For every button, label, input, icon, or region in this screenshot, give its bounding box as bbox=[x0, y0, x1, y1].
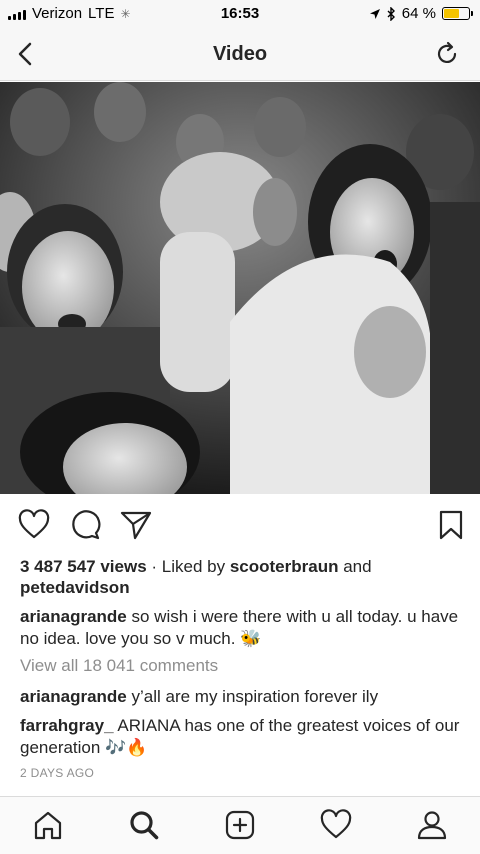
comment-icon[interactable] bbox=[69, 509, 101, 541]
caption: arianagrande so wish i were there with u… bbox=[20, 606, 465, 650]
video-player[interactable] bbox=[0, 82, 480, 494]
activity-heart-icon[interactable] bbox=[320, 809, 352, 841]
action-bar bbox=[0, 505, 480, 545]
bookmark-icon[interactable] bbox=[435, 509, 467, 541]
views-line: 3 487 547 views · Liked by scooterbraun … bbox=[20, 556, 460, 598]
home-icon[interactable] bbox=[32, 809, 64, 841]
video-frame bbox=[0, 82, 480, 494]
comment-username[interactable]: arianagrande bbox=[20, 687, 127, 706]
location-icon bbox=[369, 8, 380, 19]
comment-text: y’all are my inspiration forever ily bbox=[131, 687, 379, 706]
add-icon[interactable] bbox=[224, 809, 256, 841]
tab-bar bbox=[0, 796, 480, 854]
view-count: 3 487 547 views bbox=[20, 557, 147, 576]
nav-bar: Video bbox=[0, 28, 480, 81]
heart-icon[interactable] bbox=[18, 509, 50, 541]
battery-percent: 64 % bbox=[401, 5, 436, 22]
profile-icon[interactable] bbox=[416, 809, 448, 841]
comment-username[interactable]: farrahgray_ bbox=[20, 716, 114, 735]
comment-item: farrahgray_ ARIANA has one of the greate… bbox=[20, 715, 465, 759]
status-right: 64 % bbox=[369, 5, 473, 22]
liked-by-label: · Liked by bbox=[151, 557, 226, 576]
view-all-comments-link[interactable]: View all 18 041 comments bbox=[20, 656, 218, 676]
post-timestamp: 2 DAYS AGO bbox=[20, 766, 95, 780]
comment-item: arianagrande y’all are my inspiration fo… bbox=[20, 686, 465, 708]
share-icon[interactable] bbox=[120, 509, 152, 541]
liked-user-link[interactable]: scooterbraun bbox=[230, 557, 339, 576]
liked-and-label: and bbox=[343, 557, 372, 576]
battery-icon bbox=[442, 7, 473, 20]
liked-user-link[interactable]: petedavidson bbox=[20, 578, 130, 597]
search-icon[interactable] bbox=[128, 809, 160, 841]
refresh-icon[interactable] bbox=[434, 41, 460, 67]
bluetooth-icon bbox=[387, 6, 395, 21]
status-bar: Verizon LTE ✳ 16:53 64 % bbox=[0, 0, 480, 28]
caption-username[interactable]: arianagrande bbox=[20, 607, 127, 626]
battery-fill bbox=[444, 9, 460, 18]
page-title: Video bbox=[212, 43, 268, 65]
